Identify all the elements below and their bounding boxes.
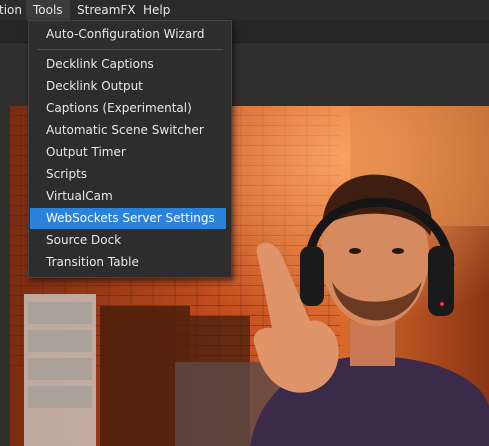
menu-item-captions-experimental[interactable]: Captions (Experimental) — [30, 98, 226, 119]
menu-separator — [37, 49, 223, 50]
menu-streamfx[interactable]: StreamFX — [70, 0, 143, 20]
menu-item-output-timer[interactable]: Output Timer — [30, 142, 226, 163]
menu-help[interactable]: Help — [136, 0, 177, 20]
menu-item-automatic-scene-switcher[interactable]: Automatic Scene Switcher — [30, 120, 226, 141]
menu-item-virtualcam[interactable]: VirtualCam — [30, 186, 226, 207]
menu-item-source-dock[interactable]: Source Dock — [30, 230, 226, 251]
menu-bar: tion Tools StreamFX Help — [0, 0, 489, 20]
menu-item-transition-table[interactable]: Transition Table — [30, 252, 226, 273]
menu-item-websockets-server-settings[interactable]: WebSockets Server Settings — [30, 208, 226, 229]
menu-item-decklink-output[interactable]: Decklink Output — [30, 76, 226, 97]
menu-item-scripts[interactable]: Scripts — [30, 164, 226, 185]
menu-item-auto-configuration-wizard[interactable]: Auto-Configuration Wizard — [30, 24, 226, 45]
tools-dropdown-menu: Auto-Configuration Wizard Decklink Capti… — [28, 20, 232, 278]
menu-view-partial[interactable]: tion — [0, 0, 29, 20]
menu-tools[interactable]: Tools — [26, 0, 70, 20]
menu-item-decklink-captions[interactable]: Decklink Captions — [30, 54, 226, 75]
